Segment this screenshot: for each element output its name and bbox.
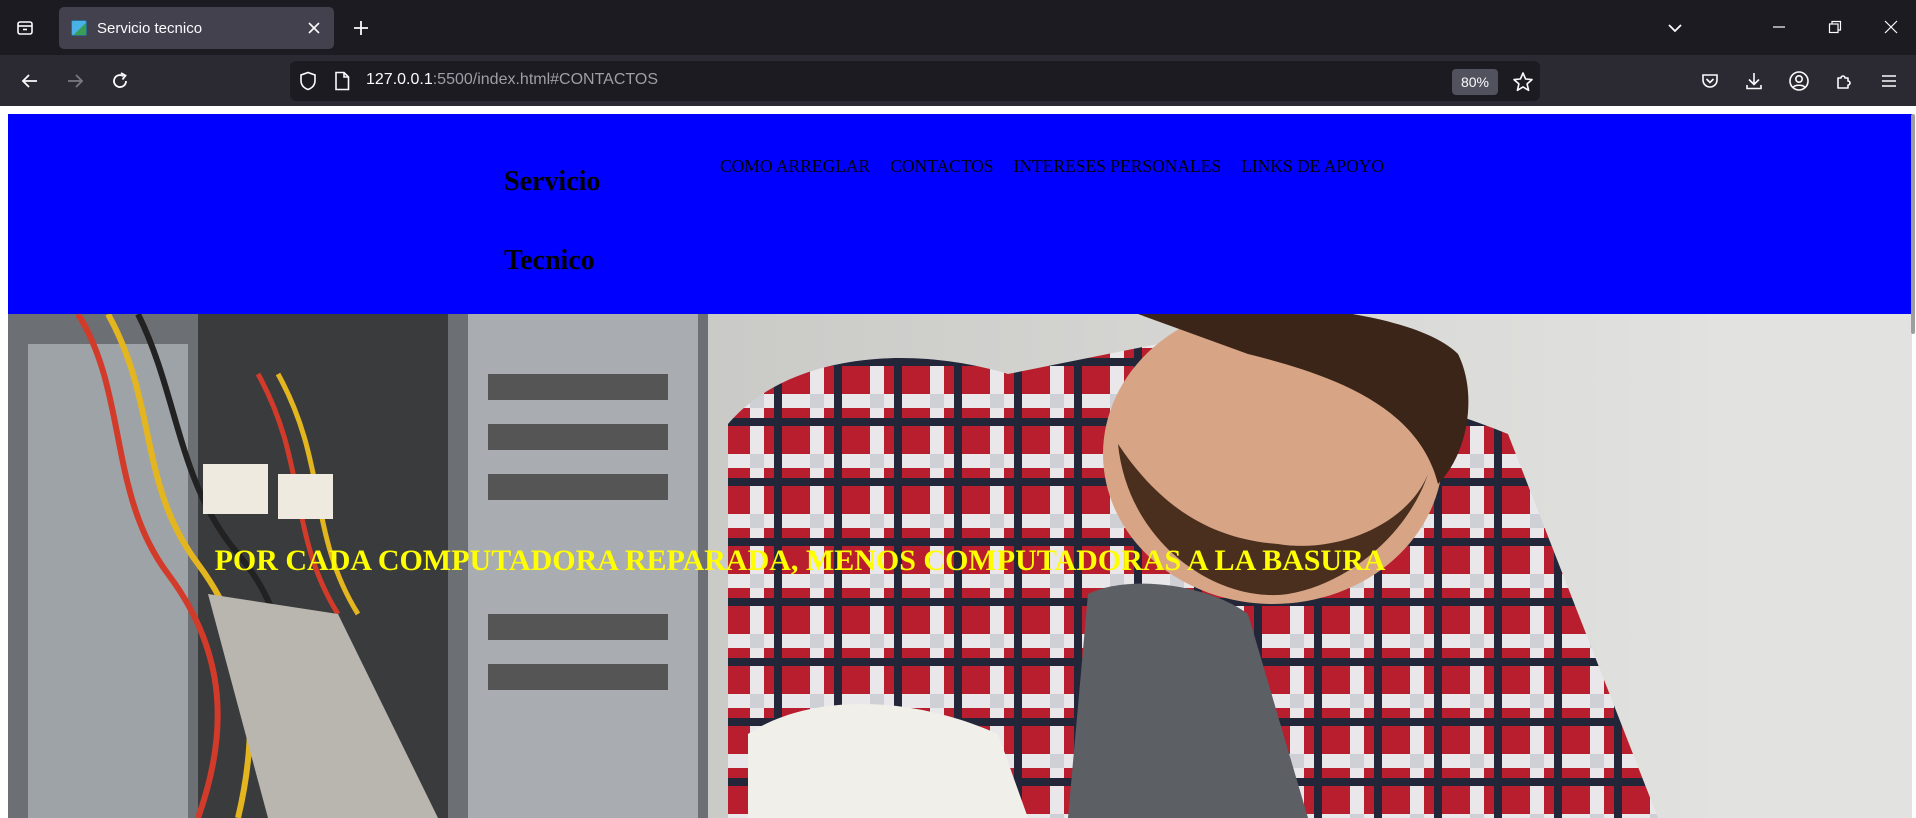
url-host: 127.0.0.1: [366, 71, 433, 88]
hero-slogan: POR CADA COMPUTADORA REPARADA, MENOS COM…: [214, 544, 1386, 577]
menu-link-intereses-personales[interactable]: INTERESES PERSONALES: [1014, 156, 1222, 177]
zoom-level-badge[interactable]: 80%: [1452, 69, 1498, 95]
hamburger-menu-icon[interactable]: [1871, 63, 1907, 99]
menu-link-contactos[interactable]: CONTACTOS: [890, 156, 993, 177]
account-icon[interactable]: [1781, 63, 1817, 99]
tab-active[interactable]: Servicio tecnico: [59, 7, 334, 49]
forward-arrow-icon[interactable]: [57, 63, 93, 99]
hero-banner: POR CADA COMPUTADORA REPARADA, MENOS COM…: [8, 314, 1912, 818]
plus-icon[interactable]: [346, 13, 376, 43]
star-icon[interactable]: [1510, 69, 1536, 95]
extensions-icon[interactable]: [1826, 63, 1862, 99]
brand-line-2: Tecnico: [504, 245, 595, 276]
navigation-toolbar: 127.0.0.1:5500/index.html#CONTACTOS 80%: [0, 55, 1916, 106]
favicon-icon: [71, 20, 87, 36]
minimize-icon[interactable]: [1756, 8, 1802, 46]
tab-title: Servicio tecnico: [97, 19, 203, 37]
back-arrow-icon[interactable]: [12, 63, 48, 99]
site-header: Servicio Tecnico COMO ARREGLAR CONTACTOS…: [8, 114, 1912, 314]
site-brand: Servicio Tecnico: [504, 142, 624, 300]
close-icon[interactable]: [302, 16, 326, 40]
tab-strip: Servicio tecnico: [0, 0, 1916, 55]
tab-list-icon[interactable]: [10, 14, 40, 42]
url-path: :5500/index.html#CONTACTOS: [432, 71, 659, 88]
brand-line-1: Servicio: [504, 166, 601, 197]
page-scrollbar[interactable]: [1910, 106, 1916, 818]
main-menu: COMO ARREGLAR CONTACTOS INTERESES PERSON…: [720, 156, 1384, 177]
window-close-icon[interactable]: [1868, 8, 1914, 46]
page-icon[interactable]: [332, 71, 352, 91]
url-text[interactable]: 127.0.0.1:5500/index.html#CONTACTOS: [366, 71, 658, 89]
pocket-icon[interactable]: [1692, 63, 1728, 99]
chevron-down-icon[interactable]: [1660, 13, 1690, 43]
menu-link-como-arreglar[interactable]: COMO ARREGLAR: [720, 156, 870, 177]
url-bar[interactable]: 127.0.0.1:5500/index.html#CONTACTOS 80%: [290, 61, 1540, 101]
menu-link-links-de-apoyo[interactable]: LINKS DE APOYO: [1241, 156, 1384, 177]
download-icon[interactable]: [1736, 63, 1772, 99]
page-viewport: Servicio Tecnico COMO ARREGLAR CONTACTOS…: [0, 106, 1916, 818]
scrollbar-thumb[interactable]: [1911, 114, 1915, 334]
restore-icon[interactable]: [1812, 8, 1858, 46]
shield-icon[interactable]: [298, 71, 318, 91]
reload-icon[interactable]: [102, 63, 138, 99]
